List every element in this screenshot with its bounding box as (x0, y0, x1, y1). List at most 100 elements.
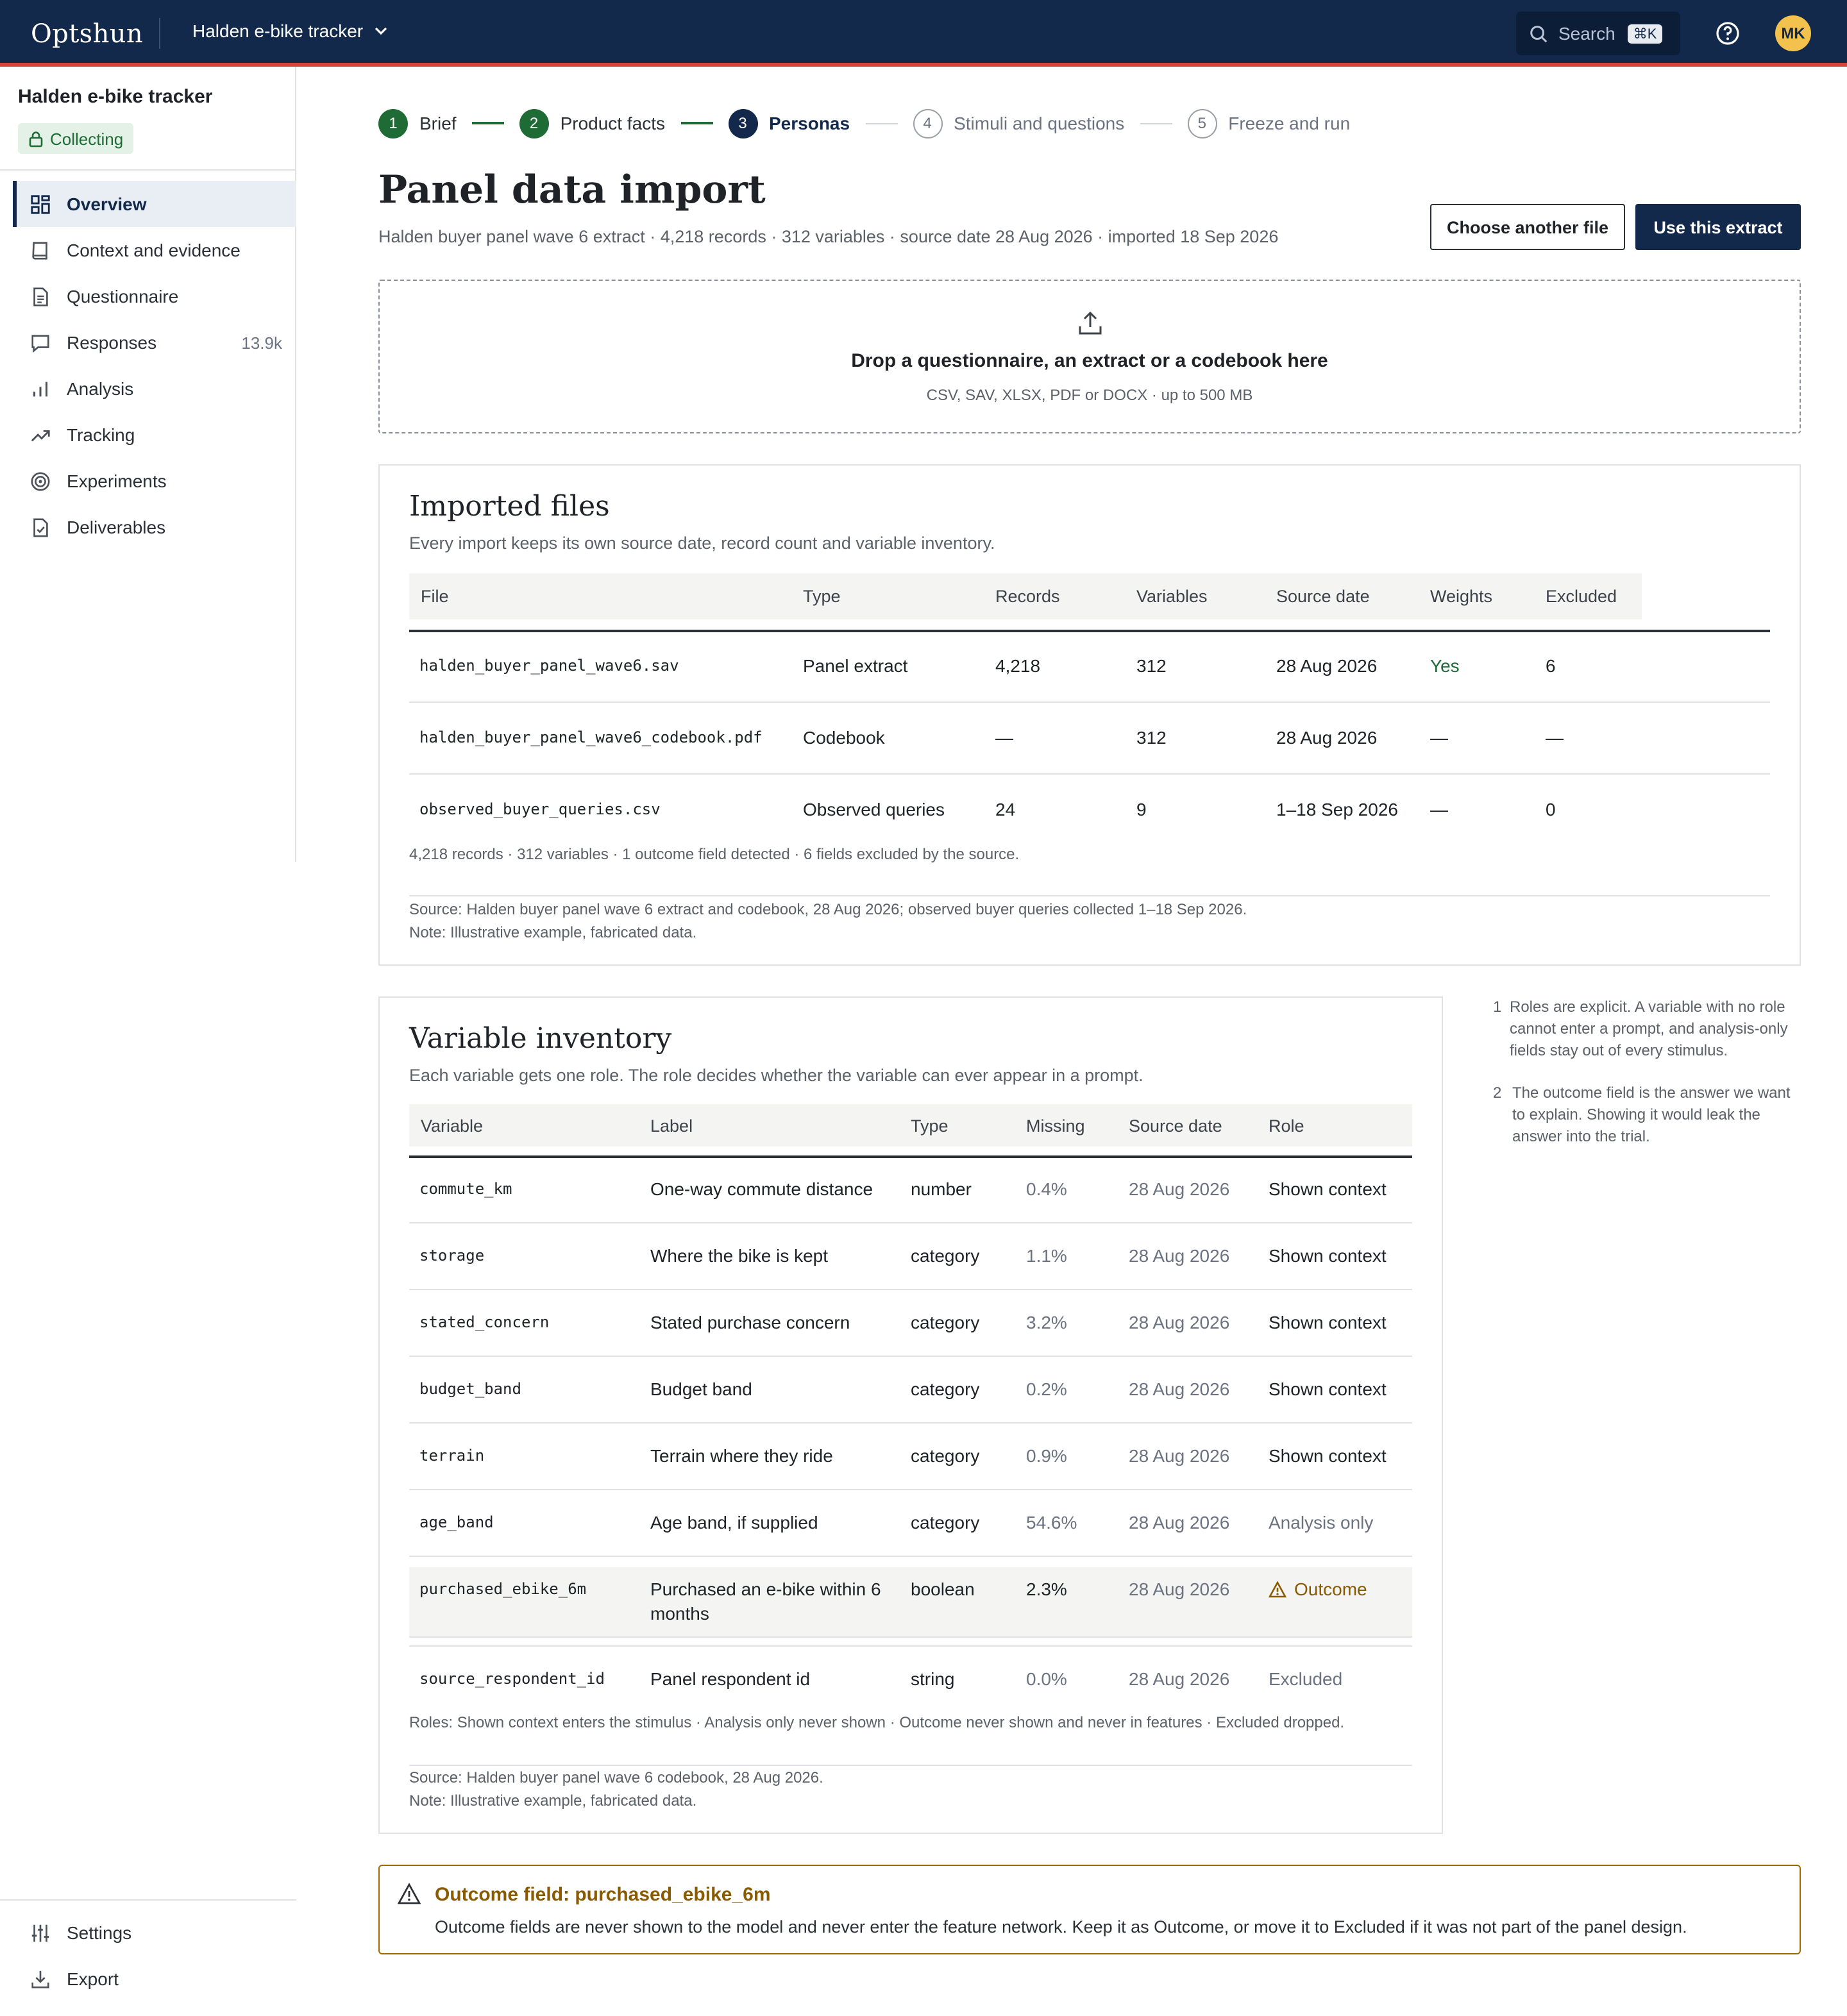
variable-role[interactable]: Shown context (1269, 1179, 1387, 1199)
file-weights: Yes (1430, 655, 1460, 676)
column-header-source-date[interactable]: Source date (1129, 1116, 1222, 1135)
step-label: Personas (769, 113, 850, 133)
variable-name: source_respondent_id (419, 1670, 605, 1688)
table-row[interactable]: observed_buyer_queries.csv Observed quer… (409, 775, 1770, 846)
column-header-records[interactable]: Records (995, 587, 1060, 606)
step-label: Brief (419, 113, 457, 133)
download-icon (31, 1970, 49, 1988)
table-row[interactable]: halden_buyer_panel_wave6.sav Panel extra… (409, 631, 1770, 703)
sidebar-item-export[interactable]: Export (13, 1956, 296, 2002)
step-brief[interactable]: 1 Brief (378, 108, 457, 138)
sidebar-bottom-divider (0, 1899, 296, 1901)
column-header-weights[interactable]: Weights (1430, 587, 1492, 606)
step-personas[interactable]: 3 Personas (728, 108, 850, 138)
file-source-date: 28 Aug 2026 (1276, 655, 1378, 676)
step-number: 1 (378, 108, 408, 138)
file-records: — (995, 727, 1013, 748)
file-name: halden_buyer_panel_wave6.sav (419, 657, 679, 675)
variable-name: stated_concern (419, 1313, 550, 1331)
column-header-type[interactable]: Type (803, 587, 841, 606)
sidebar-item-context-and-evidence[interactable]: Context and evidence (13, 227, 296, 273)
step-freeze-and-run[interactable]: 5 Freeze and run (1187, 108, 1350, 138)
step-connector (1140, 122, 1172, 124)
variable-label: Stated purchase concern (650, 1312, 850, 1332)
variable-type: category (911, 1379, 980, 1399)
table-row[interactable]: terrain Terrain where they ride category… (409, 1424, 1412, 1490)
table-row[interactable]: commute_km One-way commute distance numb… (409, 1157, 1412, 1223)
variable-role[interactable]: Shown context (1269, 1312, 1387, 1332)
file-variables: 9 (1136, 799, 1147, 819)
variable-inventory-panel: Variable inventory Each variable gets on… (378, 996, 1443, 1834)
topbar-divider (159, 18, 160, 49)
variable-role-outcome[interactable]: Outcome (1269, 1579, 1367, 1599)
help-icon[interactable] (1715, 21, 1741, 46)
sidebar-item-label: Questionnaire (67, 286, 179, 307)
sidebar-item-experiments[interactable]: Experiments (13, 458, 296, 504)
step-number: 5 (1187, 108, 1217, 138)
step-stimuli-and-questions[interactable]: 4 Stimuli and questions (913, 108, 1124, 138)
variable-missing: 0.2% (1026, 1379, 1067, 1399)
variable-inventory-header: Variable Label Type Missing Source date … (409, 1104, 1412, 1147)
column-header-type[interactable]: Type (911, 1116, 949, 1135)
column-header-variable[interactable]: Variable (421, 1116, 483, 1135)
variable-source-date: 28 Aug 2026 (1129, 1179, 1230, 1199)
footnote-divider (409, 895, 1770, 896)
sidebar-item-responses[interactable]: Responses 13.9k (13, 319, 296, 365)
variable-role[interactable]: Shown context (1269, 1379, 1387, 1399)
variable-missing: 3.2% (1026, 1312, 1067, 1332)
imported-files-source: Source: Halden buyer panel wave 6 extrac… (409, 900, 1247, 918)
sidebar-item-settings[interactable]: Settings (13, 1910, 296, 1956)
variable-inventory-title: Variable inventory (409, 1023, 672, 1055)
sidebar-item-questionnaire[interactable]: Questionnaire (13, 273, 296, 319)
variable-type: category (911, 1445, 980, 1466)
column-header-role[interactable]: Role (1269, 1116, 1304, 1135)
variable-missing: 2.3% (1026, 1579, 1067, 1599)
column-header-label[interactable]: Label (650, 1116, 693, 1135)
use-this-extract-button[interactable]: Use this extract (1635, 204, 1801, 250)
file-excluded: 6 (1546, 655, 1556, 676)
file-check-icon (33, 517, 48, 537)
column-header-excluded[interactable]: Excluded (1546, 587, 1617, 606)
column-header-missing[interactable]: Missing (1026, 1116, 1085, 1135)
variable-type: category (911, 1512, 980, 1533)
dropzone-subtitle: CSV, SAV, XLSX, PDF or DOCX · up to 500 … (926, 386, 1253, 404)
step-product-facts[interactable]: 2 Product facts (519, 108, 665, 138)
variable-source-date: 28 Aug 2026 (1129, 1379, 1230, 1399)
choose-another-file-button[interactable]: Choose another file (1430, 204, 1625, 250)
table-row[interactable]: source_respondent_id Panel respondent id… (409, 1647, 1412, 1713)
sidebar-item-deliverables[interactable]: Deliverables (13, 504, 296, 550)
table-row[interactable]: halden_buyer_panel_wave6_codebook.pdf Co… (409, 703, 1770, 775)
variable-role: Outcome (1294, 1579, 1367, 1599)
sidebar-nav: Overview Context and evidence Questionna… (13, 181, 296, 550)
variable-name: budget_band (419, 1380, 521, 1398)
variable-inventory-note: Note: Illustrative example, fabricated d… (409, 1792, 697, 1810)
app-logo[interactable]: Optshun (31, 18, 143, 49)
file-name: halden_buyer_panel_wave6_codebook.pdf (419, 728, 763, 746)
column-header-variables[interactable]: Variables (1136, 587, 1208, 606)
outcome-row-divider (409, 1645, 1412, 1647)
variable-missing: 0.0% (1026, 1668, 1067, 1689)
avatar[interactable]: MK (1775, 15, 1811, 51)
variable-role[interactable]: Shown context (1269, 1445, 1387, 1466)
sidebar-item-overview[interactable]: Overview (13, 181, 296, 227)
sidebar-project-title: Halden e-bike tracker (18, 86, 213, 108)
table-row-outcome[interactable]: purchased_ebike_6m Purchased an e-bike w… (409, 1567, 1412, 1638)
variable-role[interactable]: Analysis only (1269, 1512, 1373, 1533)
table-row[interactable]: age_band Age band, if supplied category … (409, 1490, 1412, 1557)
table-row[interactable]: storage Where the bike is kept category … (409, 1223, 1412, 1290)
sidebar-item-tracking[interactable]: Tracking (13, 412, 296, 458)
table-row[interactable]: budget_band Budget band category 0.2% 28… (409, 1357, 1412, 1424)
sidebar-item-analysis[interactable]: Analysis (13, 365, 296, 412)
outcome-field-alert: Outcome field: purchased_ebike_6m Outcom… (378, 1865, 1801, 1954)
column-header-source-date[interactable]: Source date (1276, 587, 1370, 606)
search-box[interactable]: Search ⌘K (1516, 12, 1680, 55)
search-icon (1530, 25, 1548, 42)
variable-role[interactable]: Excluded (1269, 1668, 1342, 1689)
file-type: Observed queries (803, 799, 945, 819)
sidebar-item-label: Deliverables (67, 517, 166, 537)
table-row[interactable]: stated_concern Stated purchase concern c… (409, 1290, 1412, 1357)
column-header-file[interactable]: File (421, 587, 449, 606)
variable-role[interactable]: Shown context (1269, 1245, 1387, 1266)
file-dropzone[interactable]: Drop a questionnaire, an extract or a co… (378, 280, 1801, 433)
project-switcher[interactable]: Halden e-bike tracker (192, 21, 389, 41)
